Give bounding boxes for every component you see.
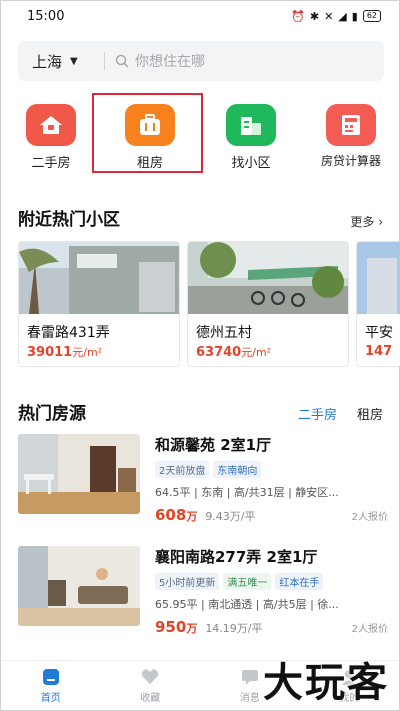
listing-title: 襄阳南路277弄 2室1厅 (155, 548, 318, 566)
search-placeholder: 你想住在哪 (135, 54, 205, 70)
listing-info: 和源馨苑 2室1厅 2天前放盘 东南朝向 64.5平 | 东南 | 高/共31层… (155, 434, 388, 524)
community-price: 63740元/m² (188, 342, 348, 360)
listing-price-unit: 万 (186, 510, 198, 523)
nav-label: 消息 (239, 693, 260, 704)
listing-tag: 红本在手 (275, 573, 324, 590)
battery-icon: 62 (362, 10, 381, 22)
watermark: 大玩客 (263, 660, 389, 706)
nav-favorites[interactable]: 收藏 (101, 661, 201, 710)
listing-title: 和源馨苑 2室1厅 (155, 436, 272, 454)
nav-label: 首页 (40, 693, 61, 704)
community-price-value: 39011 (27, 345, 73, 360)
community-name: 春雷路431弄 (27, 325, 110, 341)
heart-icon (141, 669, 159, 684)
quick-nav-label: 找小区 (231, 156, 271, 171)
listing-price-unit: 万 (186, 622, 198, 635)
listing-photo (18, 546, 140, 626)
wifi-icon: ◢ (338, 9, 347, 23)
community-price-value: 147 (365, 344, 393, 359)
quick-nav-community[interactable]: 找小区 (211, 96, 291, 171)
community-name: 平安 (365, 325, 393, 341)
search-bar[interactable]: 上海 ▼ 你想住在哪 (18, 41, 384, 81)
city-label: 上海 (32, 52, 63, 71)
listing-item[interactable]: 和源馨苑 2室1厅 2天前放盘 东南朝向 64.5平 | 东南 | 高/共31层… (18, 434, 388, 534)
listing-price-value: 950 (155, 618, 187, 636)
hot-section-title: 热门房源 (18, 404, 86, 424)
listing-price-value: 608 (155, 506, 187, 524)
chevron-right-icon: › (378, 215, 383, 229)
highlight-box (92, 93, 203, 173)
community-card[interactable]: 春雷路431弄 39011元/m² (18, 241, 180, 367)
community-price-unit: 元/m² (241, 346, 272, 359)
listing-watchers: 2人报价 (351, 512, 388, 523)
house-icon (26, 104, 76, 146)
nav-label: 收藏 (140, 693, 161, 704)
nearby-cards: 春雷路431弄 39011元/m² 德州五村 63740元/m² 平安 147 (18, 241, 400, 369)
listing-tag: 2天前放盘 (155, 461, 210, 478)
mute-icon: ✕ (324, 9, 334, 23)
listing-meta: 64.5平 | 东南 | 高/共31层 | 静安区... (155, 486, 339, 499)
quick-nav-mortgage-calculator[interactable]: 房贷计算器 (311, 96, 391, 169)
listing-price: 950万 (155, 618, 197, 636)
listing-price: 608万 (155, 506, 197, 524)
listing-tags: 5小时前更新 满五唯一 红本在手 (155, 573, 388, 590)
status-time: 15:00 (27, 8, 65, 24)
community-price: 39011元/m² (19, 342, 179, 360)
message-icon (241, 670, 258, 685)
chevron-down-icon: ▼ (70, 55, 78, 67)
community-name: 德州五村 (196, 325, 252, 341)
quick-nav-label: 二手房 (31, 156, 71, 171)
listing-tag: 满五唯一 (223, 573, 272, 590)
bluetooth-icon: ✱ (309, 9, 320, 23)
listing-tag: 5小时前更新 (155, 573, 220, 590)
status-bar: 15:00 ⏰ ✱ ✕ ◢ ▮ 62 (1, 1, 399, 31)
more-label: 更多 (350, 215, 375, 229)
community-photo (357, 242, 400, 314)
city-selector[interactable]: 上海 ▼ (18, 51, 104, 72)
listing-photo (18, 434, 140, 514)
search-icon (115, 54, 129, 68)
tab-second-hand[interactable]: 二手房 (298, 404, 337, 423)
quick-nav-second-hand[interactable]: 二手房 (11, 96, 91, 171)
tab-rent[interactable]: 租房 (357, 404, 383, 423)
nav-home[interactable]: 首页 (1, 661, 101, 710)
listing-item[interactable]: 襄阳南路277弄 2室1厅 5小时前更新 满五唯一 红本在手 65.95平 | … (18, 546, 388, 646)
status-icons: ⏰ ✱ ✕ ◢ ▮ 62 (291, 10, 381, 23)
home-icon (42, 669, 59, 685)
community-price: 147 (357, 342, 400, 359)
alarm-icon: ⏰ (291, 9, 305, 23)
community-card[interactable]: 平安 147 (356, 241, 400, 367)
building-icon (226, 104, 276, 146)
signal-icon: ▮ (351, 9, 358, 23)
nearby-section-title: 附近热门小区 (18, 210, 120, 230)
search-input[interactable]: 你想住在哪 (105, 51, 205, 71)
listing-tag: 东南朝向 (213, 461, 262, 478)
listing-unit-price: 9.43万/平 (205, 510, 256, 523)
community-price-unit: 元/m² (72, 346, 103, 359)
listing-tabs: 二手房 租房 (298, 404, 383, 423)
listing-info: 襄阳南路277弄 2室1厅 5小时前更新 满五唯一 红本在手 65.95平 | … (155, 546, 388, 636)
more-link[interactable]: 更多 › (350, 213, 383, 230)
community-card[interactable]: 德州五村 63740元/m² (187, 241, 349, 367)
calculator-icon (326, 104, 376, 146)
listing-price-row: 950万 14.19万/平 2人报价 (155, 618, 388, 636)
community-photo (188, 242, 348, 314)
community-photo (19, 242, 179, 314)
listing-meta: 65.95平 | 南北通透 | 高/共5层 | 徐... (155, 598, 339, 611)
listing-tags: 2天前放盘 东南朝向 (155, 461, 388, 478)
listing-unit-price: 14.19万/平 (205, 622, 263, 635)
quick-nav-label: 房贷计算器 (320, 154, 381, 168)
community-price-value: 63740 (196, 345, 242, 360)
listing-watchers: 2人报价 (351, 624, 388, 635)
listing-price-row: 608万 9.43万/平 2人报价 (155, 506, 388, 524)
